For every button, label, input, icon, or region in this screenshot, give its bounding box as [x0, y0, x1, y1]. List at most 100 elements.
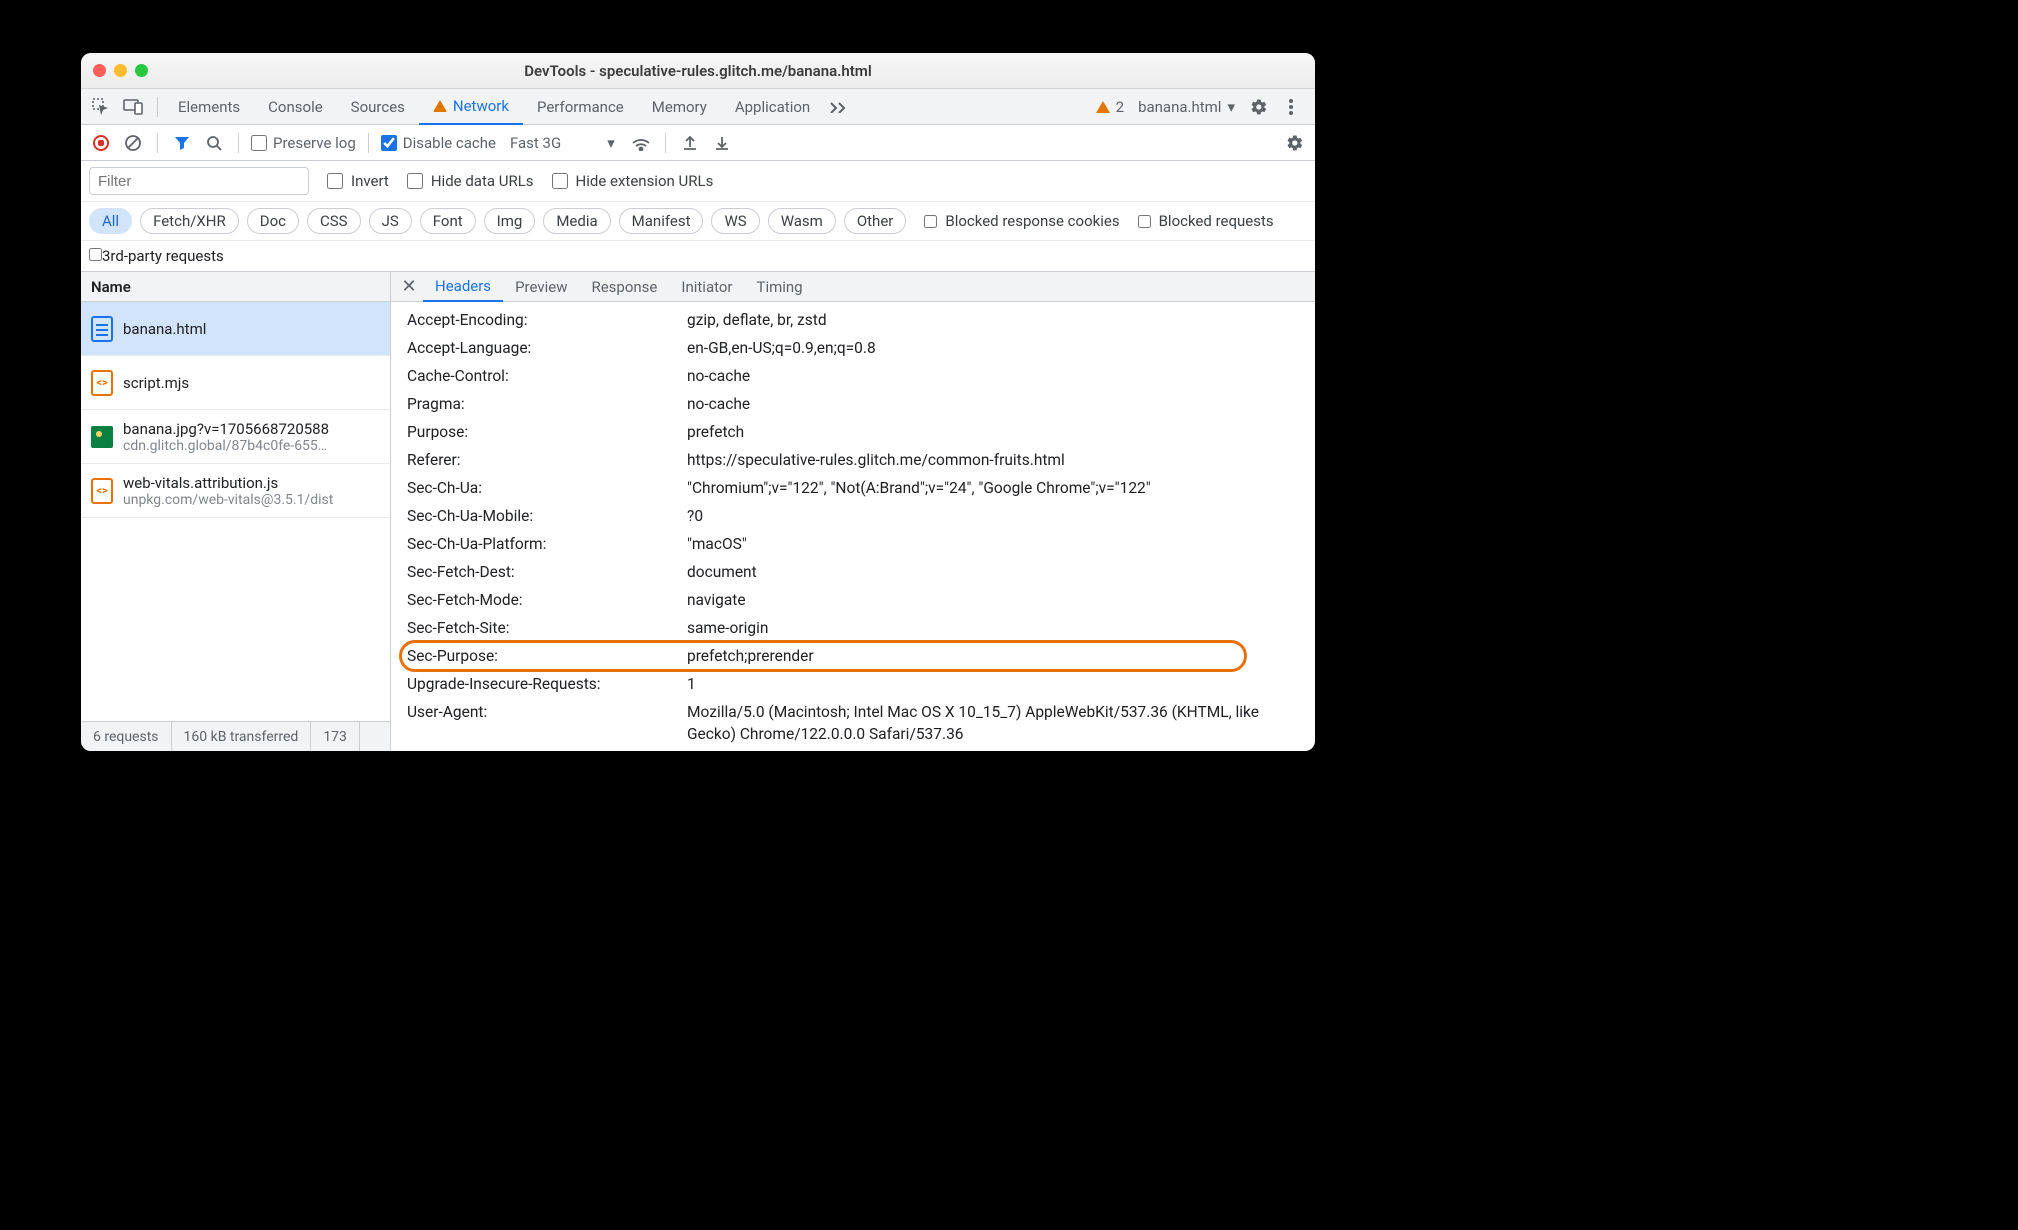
throttle-select[interactable]: Fast 3G ▾ [504, 134, 621, 152]
type-pill-ws[interactable]: WS [711, 208, 759, 234]
header-name: Sec-Fetch-Site: [407, 617, 687, 639]
divider [157, 133, 158, 153]
network-settings-gear-icon[interactable] [1283, 131, 1307, 155]
detail-tab-response[interactable]: Response [579, 272, 669, 302]
request-name: web-vitals.attribution.js [123, 474, 333, 492]
type-pill-fetch-xhr[interactable]: Fetch/XHR [140, 208, 239, 234]
request-row[interactable]: <>script.mjs [81, 356, 390, 410]
panel-tab-sources[interactable]: Sources [337, 89, 419, 125]
disable-cache-checkbox[interactable]: Disable cache [381, 134, 496, 152]
record-button[interactable] [89, 131, 113, 155]
name-column-header[interactable]: Name [81, 272, 390, 302]
settings-gear-icon[interactable] [1245, 93, 1273, 121]
invert-checkbox[interactable]: Invert [327, 172, 389, 190]
preserve-log-input[interactable] [251, 135, 267, 151]
header-row: Sec-Ch-Ua:"Chromium";v="122", "Not(A:Bra… [407, 474, 1315, 502]
panel-tab-memory[interactable]: Memory [638, 89, 721, 125]
blocked-requests-checkbox[interactable]: Blocked requests [1138, 212, 1274, 230]
header-name: Sec-Ch-Ua-Mobile: [407, 505, 687, 527]
header-name: Accept-Language: [407, 337, 687, 359]
filter-input[interactable] [89, 167, 309, 195]
header-row: Sec-Ch-Ua-Platform:"macOS" [407, 530, 1315, 558]
header-name: Purpose: [407, 421, 687, 443]
type-pill-img[interactable]: Img [484, 208, 536, 234]
header-row: User-Agent:Mozilla/5.0 (Macintosh; Intel… [407, 698, 1315, 748]
chevron-down-icon: ▾ [607, 134, 615, 152]
hide-data-urls-checkbox[interactable]: Hide data URLs [407, 172, 534, 190]
device-toolbar-icon[interactable] [119, 93, 147, 121]
kebab-menu-icon[interactable] [1277, 93, 1305, 121]
header-name: Accept-Encoding: [407, 309, 687, 331]
upload-har-icon[interactable] [678, 131, 702, 155]
request-row[interactable]: banana.jpg?v=1705668720588cdn.glitch.glo… [81, 410, 390, 464]
header-value: navigate [687, 589, 1315, 611]
chevron-down-icon: ▾ [1227, 98, 1235, 116]
panel-tab-performance[interactable]: Performance [523, 89, 638, 125]
header-value: 1 [687, 673, 1315, 695]
header-value: prefetch [687, 421, 1315, 443]
header-row: Upgrade-Insecure-Requests:1 [407, 670, 1315, 698]
header-row: Referer:https://speculative-rules.glitch… [407, 446, 1315, 474]
header-name: User-Agent: [407, 701, 687, 745]
header-row: Cache-Control:no-cache [407, 362, 1315, 390]
type-pill-media[interactable]: Media [543, 208, 610, 234]
type-pill-js[interactable]: JS [369, 208, 412, 234]
status-transferred: 160 kB transferred [172, 722, 312, 751]
detail-tab-preview[interactable]: Preview [503, 272, 579, 302]
panel-tab-network[interactable]: Network [419, 89, 523, 125]
disable-cache-input[interactable] [381, 135, 397, 151]
type-pill-manifest[interactable]: Manifest [619, 208, 704, 234]
inspect-element-icon[interactable] [87, 93, 115, 121]
detail-tab-headers[interactable]: Headers [423, 272, 503, 302]
header-value: gzip, deflate, br, zstd [687, 309, 1315, 331]
panel-tabs: ElementsConsoleSourcesNetworkPerformance… [81, 89, 1315, 125]
hide-extension-urls-checkbox[interactable]: Hide extension URLs [552, 172, 714, 190]
header-value: same-origin [687, 617, 1315, 639]
header-row: Pragma:no-cache [407, 390, 1315, 418]
throttle-label: Fast 3G [510, 134, 561, 152]
detail-tab-initiator[interactable]: Initiator [669, 272, 744, 302]
header-value: Mozilla/5.0 (Macintosh; Intel Mac OS X 1… [687, 701, 1315, 745]
disable-cache-label: Disable cache [403, 134, 496, 152]
preserve-log-checkbox[interactable]: Preserve log [251, 134, 356, 152]
type-pill-doc[interactable]: Doc [247, 208, 299, 234]
type-pill-font[interactable]: Font [420, 208, 476, 234]
warning-triangle-icon [1096, 101, 1110, 113]
network-conditions-icon[interactable] [629, 131, 653, 155]
header-value: https://speculative-rules.glitch.me/comm… [687, 449, 1315, 471]
status-resources: 173 [311, 722, 360, 751]
request-row[interactable]: <>web-vitals.attribution.jsunpkg.com/web… [81, 464, 390, 518]
download-har-icon[interactable] [710, 131, 734, 155]
filter-toggle-icon[interactable] [170, 131, 194, 155]
status-requests: 6 requests [81, 722, 172, 751]
request-row[interactable]: banana.html [81, 302, 390, 356]
panel-tab-elements[interactable]: Elements [164, 89, 254, 125]
type-pill-other[interactable]: Other [844, 208, 907, 234]
type-pill-css[interactable]: CSS [307, 208, 361, 234]
header-value: prefetch;prerender [687, 645, 1315, 667]
context-label: banana.html [1138, 98, 1221, 116]
close-detail-icon[interactable]: ✕ [395, 276, 423, 297]
panel-tab-application[interactable]: Application [721, 89, 824, 125]
warnings-count[interactable]: 2 [1096, 98, 1124, 116]
header-name: Sec-Fetch-Dest: [407, 561, 687, 583]
panel-tab-console[interactable]: Console [254, 89, 337, 125]
context-selector[interactable]: banana.html ▾ [1138, 98, 1235, 116]
third-party-checkbox[interactable]: 3rd-party requests [89, 247, 224, 265]
more-panels-icon[interactable] [824, 93, 852, 121]
header-name: Pragma: [407, 393, 687, 415]
clear-log-icon[interactable] [121, 131, 145, 155]
header-name: Sec-Purpose: [407, 645, 687, 667]
type-pill-wasm[interactable]: Wasm [768, 208, 836, 234]
request-name: banana.html [123, 320, 206, 338]
blocked-cookies-checkbox[interactable]: Blocked response cookies [924, 212, 1119, 230]
header-name: Sec-Ch-Ua-Platform: [407, 533, 687, 555]
header-row: Sec-Fetch-Site:same-origin [407, 614, 1315, 642]
main-content: Name banana.html <>script.mjsbanana.jpg?v… [81, 272, 1315, 751]
search-icon[interactable] [202, 131, 226, 155]
detail-tab-timing[interactable]: Timing [745, 272, 815, 302]
js-file-icon: <> [91, 478, 113, 504]
header-row: Accept-Language:en-GB,en-US;q=0.9,en;q=0… [407, 334, 1315, 362]
header-value: "macOS" [687, 533, 1315, 555]
type-pill-all[interactable]: All [89, 208, 132, 234]
